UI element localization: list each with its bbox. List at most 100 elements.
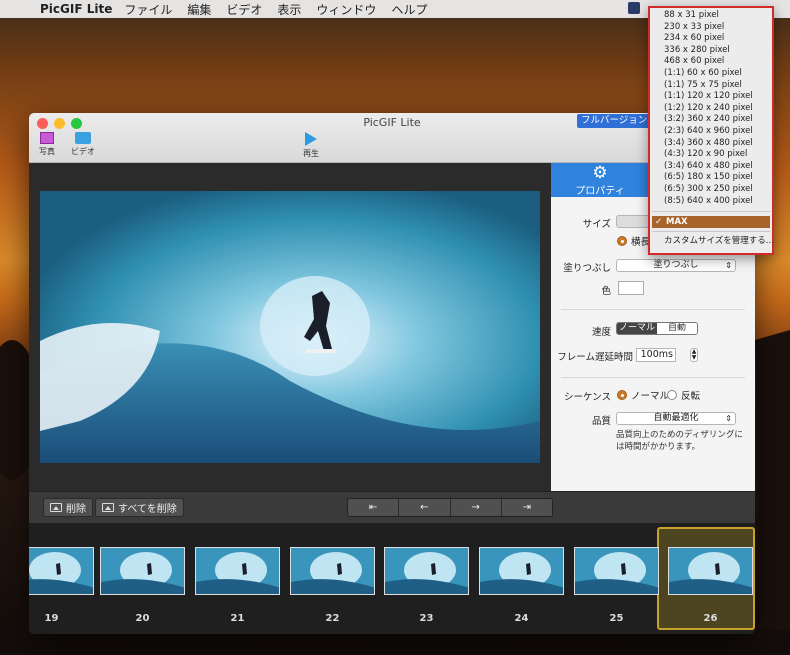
frame-number: 21 xyxy=(230,613,245,624)
quality-label: 品質 xyxy=(591,416,611,427)
menu-item-size[interactable]: 234 x 60 pixel xyxy=(664,33,724,45)
menu-app-name[interactable]: PicGIF Lite xyxy=(40,2,112,16)
frame-number: 23 xyxy=(419,613,434,624)
frame-thumbnail[interactable] xyxy=(290,547,375,595)
menu-separator xyxy=(652,231,770,232)
frame-number: 26 xyxy=(703,613,718,624)
quality-select[interactable]: 自動最適化 ⇕ xyxy=(616,412,736,425)
photo-tool-label: 写真 xyxy=(39,147,55,156)
frame-delay-label: フレーム遅延時間 xyxy=(557,352,633,363)
play-icon xyxy=(305,132,317,146)
menu-item-manage-sizes[interactable]: カスタムサイズを管理する... xyxy=(664,236,774,248)
radio-dot xyxy=(617,390,627,400)
menu-item-size[interactable]: 336 x 280 pixel xyxy=(664,45,730,57)
menu-item-size[interactable]: (1:1) 60 x 60 pixel xyxy=(664,68,742,80)
image-icon xyxy=(102,503,114,512)
fill-label: 塗りつぶし xyxy=(563,263,611,274)
frame-thumbnail[interactable] xyxy=(668,547,753,595)
fill-select-value: 塗りつぶし xyxy=(653,260,699,270)
video-tool-button[interactable]: ビデオ xyxy=(71,132,95,157)
speed-segmented-control: ノーマル 自動 xyxy=(616,322,698,335)
menu-file[interactable]: ファイル xyxy=(124,1,172,18)
video-camera-icon xyxy=(75,132,91,144)
play-tool-button[interactable]: 再生 xyxy=(303,132,319,159)
menu-item-size[interactable]: (6:5) 180 x 150 pixel xyxy=(664,172,753,184)
menu-item-max[interactable]: ✓ MAX xyxy=(652,216,770,228)
frame-delay-unit: ms xyxy=(658,349,673,360)
quality-select-value: 自動最適化 xyxy=(653,413,699,423)
menu-item-size[interactable]: (3:4) 640 x 480 pixel xyxy=(664,161,753,173)
app-window: PicGIF Lite フルバージョンへの 写真 ビデオ 再生 ⚙ プロパティ … xyxy=(29,113,755,634)
frame-thumbnail[interactable] xyxy=(195,547,280,595)
menu-item-size[interactable]: (3:4) 360 x 480 pixel xyxy=(664,138,753,150)
sequence-reverse-radio[interactable]: 反転 xyxy=(667,388,700,402)
menu-window[interactable]: ウィンドウ xyxy=(316,1,376,18)
size-landscape-radio[interactable]: 横長 xyxy=(617,234,650,248)
delete-all-button-label: すべてを削除 xyxy=(118,504,177,515)
previous-frame-button[interactable]: ← xyxy=(399,499,451,516)
menu-item-size[interactable]: (8:5) 640 x 400 pixel xyxy=(664,196,753,208)
title-bar: PicGIF Lite フルバージョンへの 写真 ビデオ 再生 xyxy=(29,113,755,163)
play-tool-label: 再生 xyxy=(303,149,319,158)
size-label: サイズ xyxy=(582,219,611,230)
menu-item-size[interactable]: 230 x 33 pixel xyxy=(664,22,724,34)
last-frame-button[interactable]: ⇥ xyxy=(501,499,552,516)
image-icon xyxy=(50,503,62,512)
chevron-updown-icon: ⇕ xyxy=(725,414,732,423)
speed-normal-option[interactable]: ノーマル xyxy=(617,323,657,334)
delete-all-button[interactable]: すべてを削除 xyxy=(95,498,184,517)
radio-dot xyxy=(617,236,627,246)
menu-item-size[interactable]: 88 x 31 pixel xyxy=(664,10,719,22)
sequence-label: シーケンス xyxy=(563,392,611,403)
menu-item-size[interactable]: (3:2) 360 x 240 pixel xyxy=(664,114,753,126)
frame-thumbnail[interactable] xyxy=(100,547,185,595)
delete-button[interactable]: 削除 xyxy=(43,498,93,517)
menu-item-size[interactable]: (4:3) 120 x 90 pixel xyxy=(664,149,747,161)
frame-delay-stepper[interactable]: ▲ ▼ xyxy=(690,348,698,362)
frame-thumbnail[interactable] xyxy=(29,547,94,595)
size-dropdown-menu: 88 x 31 pixel 230 x 33 pixel 234 x 60 pixe… xyxy=(648,6,774,255)
frame-thumbnail[interactable] xyxy=(384,547,469,595)
photo-icon xyxy=(40,132,54,144)
menu-video[interactable]: ビデオ xyxy=(226,1,262,18)
tab-properties-label: プロパティ xyxy=(575,186,625,197)
speed-auto-option[interactable]: 自動 xyxy=(657,323,697,334)
divider xyxy=(561,309,745,310)
photo-tool-button[interactable]: 写真 xyxy=(39,132,55,157)
next-frame-button[interactable]: → xyxy=(450,499,502,516)
frame-navigation: ⇤ ← → ⇥ xyxy=(347,498,553,517)
tray-app-icon[interactable] xyxy=(628,2,640,14)
menu-item-size[interactable]: (1:2) 120 x 240 pixel xyxy=(664,103,753,115)
menu-item-size[interactable]: (2:3) 640 x 960 pixel xyxy=(664,126,753,138)
first-frame-button[interactable]: ⇤ xyxy=(348,499,400,516)
frame-delay-input[interactable]: 100ms xyxy=(636,348,676,362)
size-select[interactable] xyxy=(616,215,652,228)
menu-item-max-label: MAX xyxy=(666,217,688,227)
frame-number: 24 xyxy=(514,613,529,624)
divider xyxy=(561,377,745,378)
frame-thumbnail[interactable] xyxy=(479,547,564,595)
color-swatch[interactable] xyxy=(618,281,644,295)
sequence-normal-label: ノーマル xyxy=(631,391,670,402)
tab-properties[interactable]: ⚙ プロパティ xyxy=(551,163,649,197)
menu-item-size[interactable]: (6:5) 300 x 250 pixel xyxy=(664,184,753,196)
radio-dot xyxy=(667,390,677,400)
menu-item-size[interactable]: 468 x 60 pixel xyxy=(664,56,724,68)
speed-label: 速度 xyxy=(591,327,611,338)
frame-number: 20 xyxy=(135,613,150,624)
video-tool-label: ビデオ xyxy=(71,147,95,156)
menu-view[interactable]: 表示 xyxy=(277,1,301,18)
frame-thumbnail[interactable] xyxy=(574,547,659,595)
timeline: 19 20 21 22 23 24 25 26 xyxy=(29,523,755,634)
menu-help[interactable]: ヘルプ xyxy=(391,1,427,18)
menu-item-size[interactable]: (1:1) 120 x 120 pixel xyxy=(664,91,753,103)
delete-button-label: 削除 xyxy=(66,504,86,515)
sequence-normal-radio[interactable]: ノーマル xyxy=(617,388,669,402)
menu-item-size[interactable]: (1:1) 75 x 75 pixel xyxy=(664,80,742,92)
menu-edit[interactable]: 編集 xyxy=(187,1,211,18)
preview-area xyxy=(29,163,551,491)
frame-number: 25 xyxy=(609,613,624,624)
gear-icon: ⚙ xyxy=(592,163,608,183)
chevron-updown-icon: ⇕ xyxy=(725,261,732,270)
fill-select[interactable]: 塗りつぶし ⇕ xyxy=(616,259,736,272)
